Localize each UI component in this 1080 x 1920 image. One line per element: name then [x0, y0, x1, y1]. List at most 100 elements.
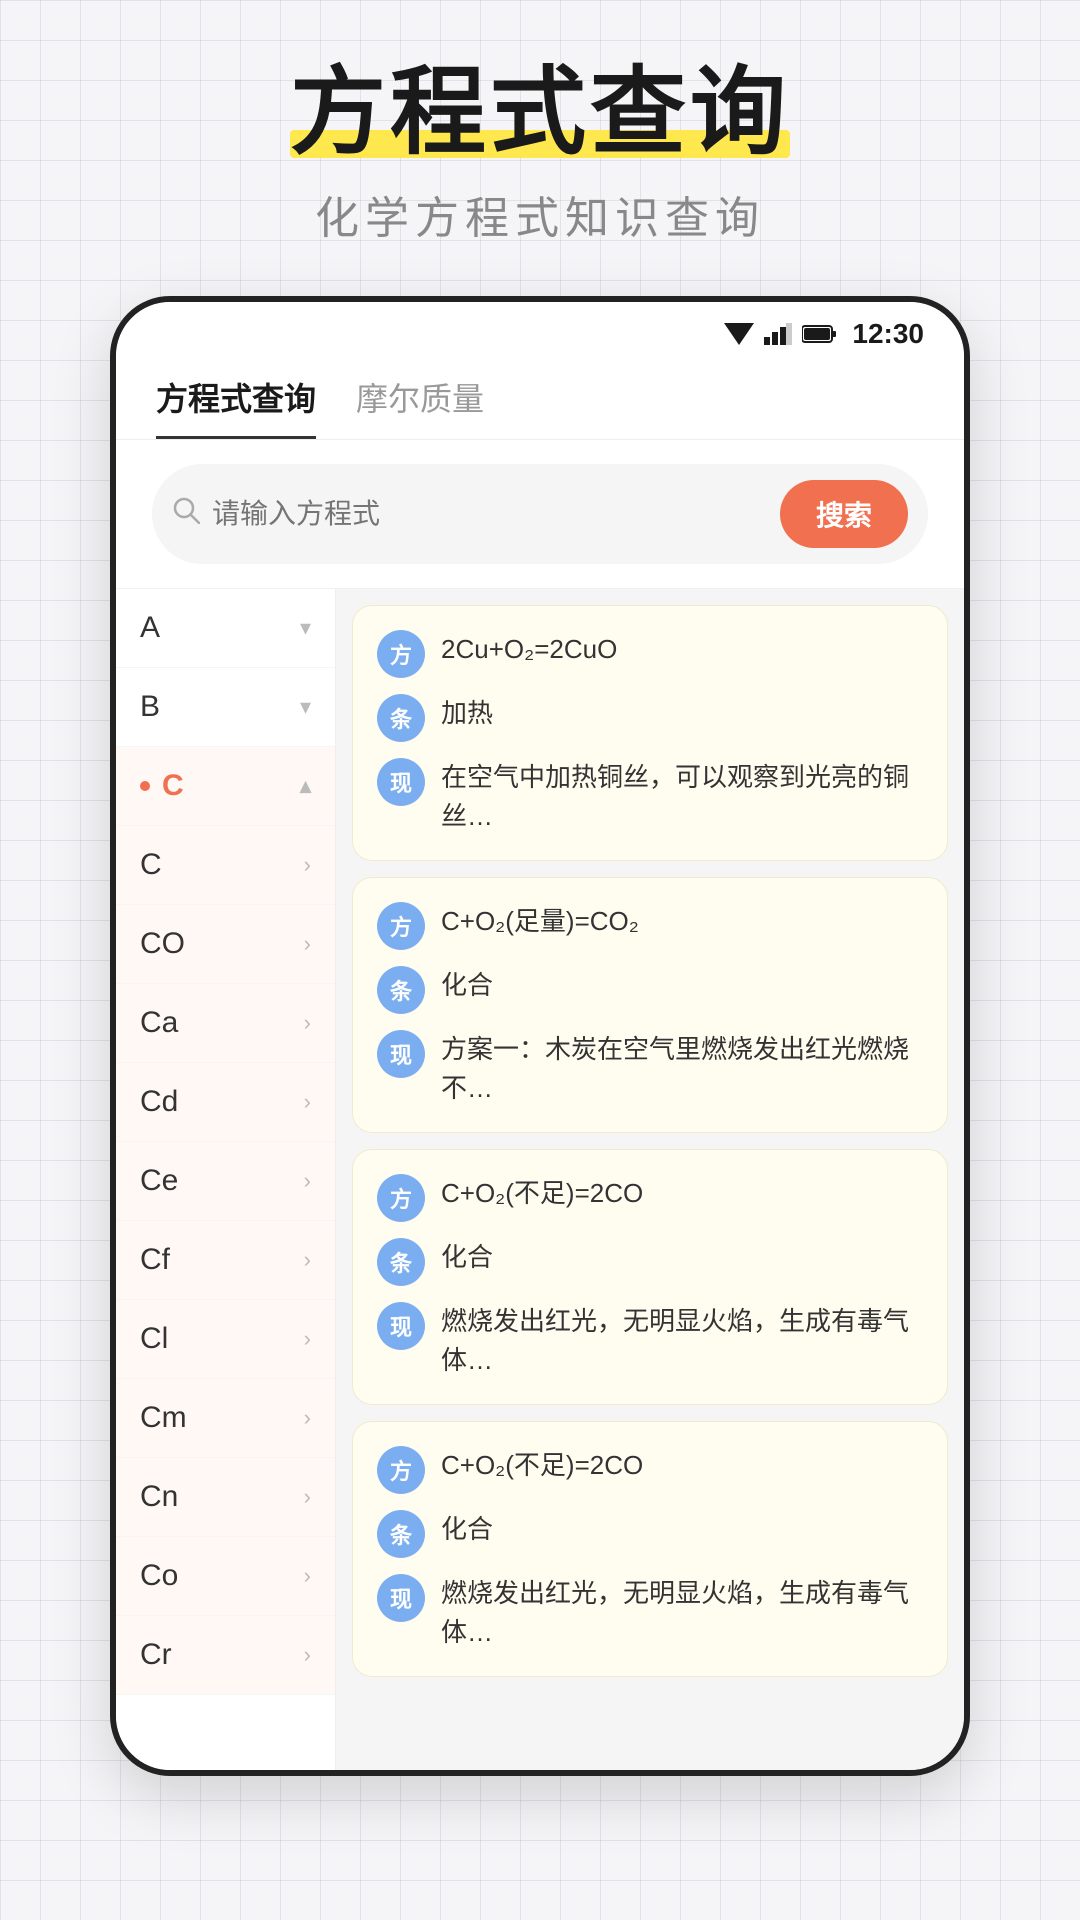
sidebar-item-B[interactable]: B ▾ [116, 668, 335, 747]
tab-molar[interactable]: 摩尔质量 [356, 374, 484, 439]
card4-phenomenon-text: 燃烧发出红光，无明显火焰，生成有毒气体… [441, 1574, 923, 1652]
card1-condition-text: 加热 [441, 694, 923, 733]
sidebar-label-B: B [140, 690, 160, 724]
sidebar-item-Ce[interactable]: Ce › [116, 1142, 335, 1221]
phenomenon-badge-2: 现 [377, 1030, 425, 1078]
card1-phenomenon-text: 在空气中加热铜丝，可以观察到光亮的铜丝… [441, 758, 923, 836]
condition-badge-3: 条 [377, 1238, 425, 1286]
condition-badge-2: 条 [377, 966, 425, 1014]
sidebar-item-Cm[interactable]: Cm › [116, 1379, 335, 1458]
card2-phenomenon-row: 现 方案一：木炭在空气里燃烧发出红光燃烧不… [377, 1030, 923, 1108]
search-icon [172, 496, 200, 531]
card3-phenomenon-row: 现 燃烧发出红光，无明显火焰，生成有毒气体… [377, 1302, 923, 1380]
chevron-right-icon-Cr: › [304, 1642, 311, 1668]
card3-phenomenon-text: 燃烧发出红光，无明显火焰，生成有毒气体… [441, 1302, 923, 1380]
formula-card-3[interactable]: 方 C+O₂(不足)=2CO 条 化合 现 燃烧发出红 [352, 1149, 948, 1405]
card4-condition-text: 化合 [441, 1510, 923, 1549]
sidebar: A ▾ B ▾ C ▴ C › [116, 589, 336, 1776]
status-icons [724, 323, 838, 345]
chevron-up-icon-C: ▴ [300, 773, 311, 799]
sidebar-label-Cd: Cd [140, 1085, 178, 1119]
main-content: A ▾ B ▾ C ▴ C › [116, 589, 964, 1776]
chevron-right-icon-CO: › [304, 931, 311, 957]
phenomenon-badge-4: 现 [377, 1574, 425, 1622]
sidebar-item-Co[interactable]: Co › [116, 1537, 335, 1616]
phenomenon-badge-1: 现 [377, 758, 425, 806]
formula-badge-3: 方 [377, 1174, 425, 1222]
chevron-right-icon-Ce: › [304, 1168, 311, 1194]
card1-condition-row: 条 加热 [377, 694, 923, 742]
condition-badge-4: 条 [377, 1510, 425, 1558]
card2-condition-row: 条 化合 [377, 966, 923, 1014]
formula-badge-1: 方 [377, 630, 425, 678]
sidebar-item-Ca[interactable]: Ca › [116, 984, 335, 1063]
sidebar-label-Cn: Cn [140, 1480, 178, 1514]
sidebar-item-Cd[interactable]: Cd › [116, 1063, 335, 1142]
sidebar-label-Cl: Cl [140, 1322, 168, 1356]
card3-condition-row: 条 化合 [377, 1238, 923, 1286]
active-dot [140, 781, 150, 791]
chevron-down-icon-B: ▾ [300, 694, 311, 720]
right-content: 方 2Cu+O₂=2CuO 条 加热 现 在空气中加热 [336, 589, 964, 1776]
sub-title-text: 化学方程式知识查询 [290, 182, 790, 246]
sidebar-item-Cl[interactable]: Cl › [116, 1300, 335, 1379]
header-title: 方程式查询 化学方程式知识查询 [290, 60, 790, 246]
card4-phenomenon-row: 现 燃烧发出红光，无明显火焰，生成有毒气体… [377, 1574, 923, 1652]
card4-formula-row: 方 C+O₂(不足)=2CO [377, 1446, 923, 1494]
card2-phenomenon-text: 方案一：木炭在空气里燃烧发出红光燃烧不… [441, 1030, 923, 1108]
sidebar-label-CO: CO [140, 927, 185, 961]
chevron-right-icon-Cn: › [304, 1484, 311, 1510]
sidebar-label-A: A [140, 611, 160, 645]
search-area: 搜索 [116, 440, 964, 589]
chevron-right-icon-C: › [304, 852, 311, 878]
card3-formula-row: 方 C+O₂(不足)=2CO [377, 1174, 923, 1222]
card3-formula-text: C+O₂(不足)=2CO [441, 1174, 923, 1213]
phenomenon-badge-3: 现 [377, 1302, 425, 1350]
sidebar-label-Cf: Cf [140, 1243, 170, 1277]
chevron-right-icon-Cm: › [304, 1405, 311, 1431]
chevron-right-icon-Cl: › [304, 1326, 311, 1352]
formula-card-2[interactable]: 方 C+O₂(足量)=CO₂ 条 化合 现 方案一：木 [352, 877, 948, 1133]
phone-frame: 12:30 方程式查询 摩尔质量 搜索 [110, 296, 970, 1776]
formula-badge-2: 方 [377, 902, 425, 950]
tab-formula[interactable]: 方程式查询 [156, 374, 316, 439]
sidebar-item-Cf[interactable]: Cf › [116, 1221, 335, 1300]
card1-formula-row: 方 2Cu+O₂=2CuO [377, 630, 923, 678]
sidebar-label-C-header: C [162, 769, 184, 803]
chevron-down-icon-A: ▾ [300, 615, 311, 641]
sidebar-label-Cr: Cr [140, 1638, 172, 1672]
battery-icon [802, 324, 838, 344]
card2-formula-text: C+O₂(足量)=CO₂ [441, 902, 923, 941]
formula-card-1[interactable]: 方 2Cu+O₂=2CuO 条 加热 现 在空气中加热 [352, 605, 948, 861]
card3-condition-text: 化合 [441, 1238, 923, 1277]
search-input[interactable] [212, 498, 768, 530]
card4-formula-text: C+O₂(不足)=2CO [441, 1446, 923, 1485]
chevron-right-icon-Cf: › [304, 1247, 311, 1273]
sidebar-item-CO[interactable]: CO › [116, 905, 335, 984]
chevron-right-icon-Co: › [304, 1563, 311, 1589]
search-bar: 搜索 [152, 464, 928, 564]
formula-badge-4: 方 [377, 1446, 425, 1494]
sidebar-item-Cr[interactable]: Cr › [116, 1616, 335, 1695]
card1-formula-text: 2Cu+O₂=2CuO [441, 630, 923, 669]
page-container: 方程式查询 化学方程式知识查询 [0, 0, 1080, 1776]
chevron-right-icon-Ca: › [304, 1010, 311, 1036]
card4-condition-row: 条 化合 [377, 1510, 923, 1558]
sidebar-label-Ce: Ce [140, 1164, 178, 1198]
main-title-text: 方程式查询 [290, 60, 790, 166]
formula-card-4[interactable]: 方 C+O₂(不足)=2CO 条 化合 现 燃烧发出红 [352, 1421, 948, 1677]
sidebar-label-Cm: Cm [140, 1401, 187, 1435]
sidebar-item-Cn[interactable]: Cn › [116, 1458, 335, 1537]
condition-badge-1: 条 [377, 694, 425, 742]
chevron-right-icon-Cd: › [304, 1089, 311, 1115]
sidebar-item-C[interactable]: C › [116, 826, 335, 905]
status-bar: 12:30 [116, 302, 964, 358]
search-button[interactable]: 搜索 [780, 480, 908, 548]
sidebar-item-A[interactable]: A ▾ [116, 589, 335, 668]
wifi-icon [724, 323, 754, 345]
sidebar-label-C: C [140, 848, 162, 882]
card2-formula-row: 方 C+O₂(足量)=CO₂ [377, 902, 923, 950]
card2-condition-text: 化合 [441, 966, 923, 1005]
sidebar-label-Ca: Ca [140, 1006, 178, 1040]
sidebar-item-C-header[interactable]: C ▴ [116, 747, 335, 826]
